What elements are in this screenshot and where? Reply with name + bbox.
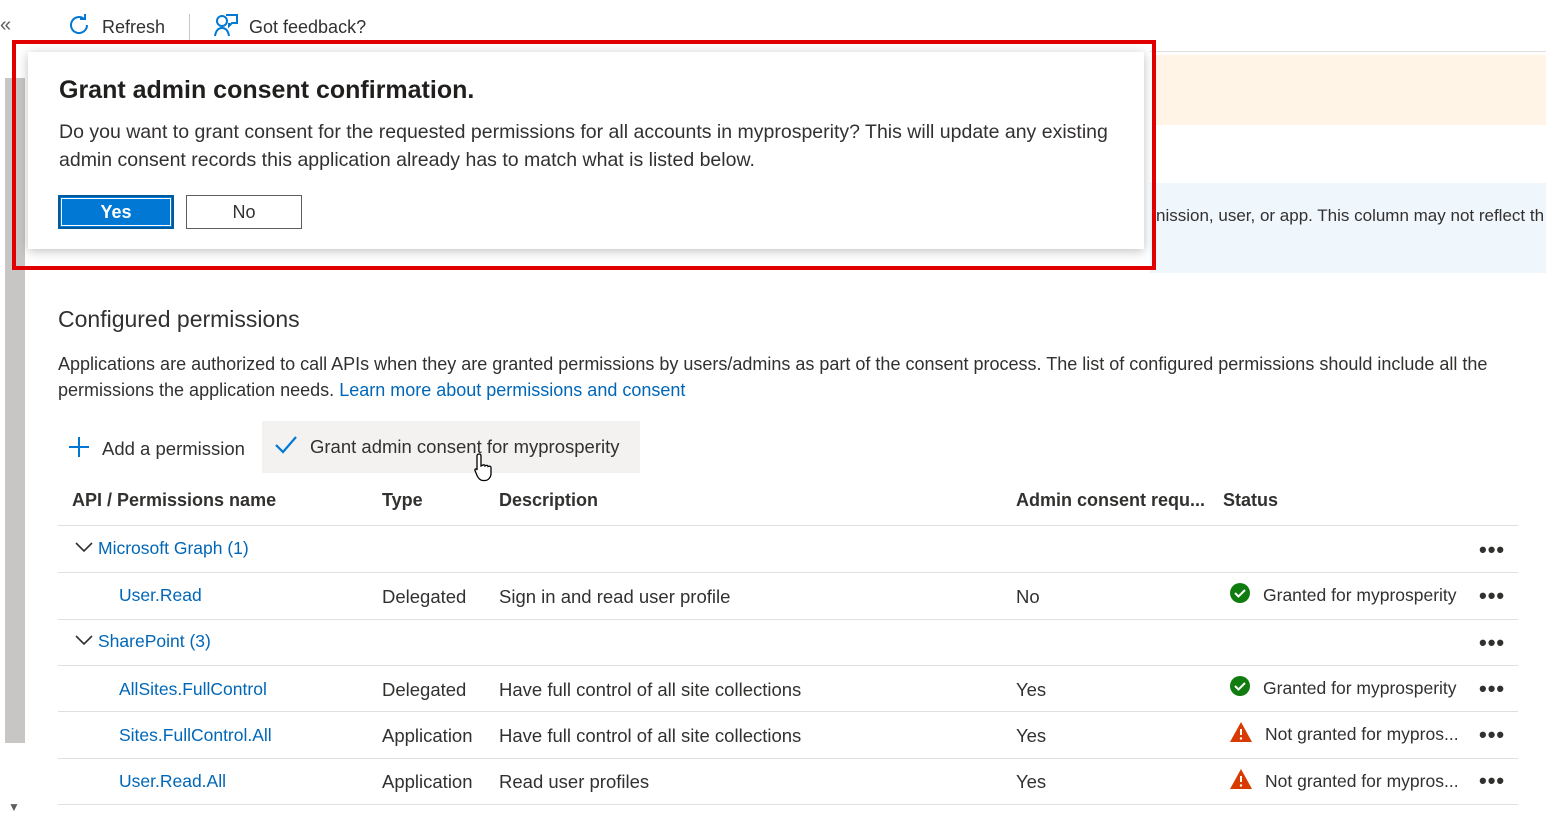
- row-divider: [58, 804, 1518, 805]
- feedback-button[interactable]: Got feedback?: [213, 12, 366, 42]
- admin-consent-required: No: [1016, 586, 1040, 607]
- pointer-cursor-icon: [474, 452, 494, 487]
- refresh-icon: [66, 12, 92, 43]
- add-permission-label: Add a permission: [102, 438, 245, 459]
- admin-consent-required: Yes: [1016, 771, 1047, 792]
- row-divider: [58, 572, 1518, 573]
- info-banner: [1150, 183, 1546, 273]
- dialog-title: Grant admin consent confirmation.: [59, 76, 475, 104]
- chevron-down-icon: [74, 631, 94, 652]
- status-cell: Granted for myprosperity: [1229, 675, 1457, 702]
- group-label: SharePoint (3): [98, 631, 211, 651]
- permission-description: Have full control of all site collection…: [499, 725, 802, 746]
- status-cell: Not granted for mypros...: [1229, 721, 1459, 748]
- scroll-down-icon[interactable]: ▼: [8, 800, 20, 814]
- permission-type: Application: [382, 725, 473, 746]
- section-title: Configured permissions: [58, 306, 300, 332]
- header-divider: [58, 525, 1518, 526]
- col-header-admin-consent[interactable]: Admin consent requ...: [1016, 490, 1205, 511]
- row-divider: [58, 619, 1518, 620]
- feedback-icon: [213, 12, 239, 43]
- group-more-actions[interactable]: •••: [1479, 632, 1505, 654]
- permission-link[interactable]: Sites.FullControl.All: [119, 725, 272, 746]
- check-circle-icon: [1229, 675, 1251, 702]
- info-banner-text: nission, user, or app. This column may n…: [1156, 206, 1545, 225]
- refresh-label: Refresh: [102, 16, 166, 37]
- row-more-actions[interactable]: •••: [1479, 585, 1505, 607]
- row-divider: [58, 758, 1518, 759]
- dialog-message: Do you want to grant consent for the req…: [59, 121, 1108, 171]
- status-cell: Not granted for mypros...: [1229, 768, 1459, 795]
- permission-link[interactable]: User.Read: [119, 585, 202, 606]
- permission-description: Read user profiles: [499, 771, 650, 792]
- admin-consent-required: Yes: [1016, 679, 1047, 700]
- permission-type: Delegated: [382, 679, 467, 700]
- row-divider: [58, 711, 1518, 712]
- row-more-actions[interactable]: •••: [1479, 724, 1505, 746]
- group-label: Microsoft Graph (1): [98, 538, 249, 558]
- warning-banner: [1156, 55, 1546, 125]
- permission-link[interactable]: AllSites.FullControl: [119, 679, 267, 700]
- plus-icon: [68, 436, 90, 463]
- col-header-type[interactable]: Type: [382, 490, 423, 511]
- add-permission-button[interactable]: Add a permission: [60, 424, 253, 474]
- status-text: Granted for myprosperity: [1263, 678, 1457, 698]
- checkmark-icon: [274, 435, 298, 460]
- row-divider: [58, 665, 1518, 666]
- refresh-button[interactable]: Refresh: [66, 12, 165, 42]
- col-header-description[interactable]: Description: [499, 490, 598, 511]
- permission-description: Have full control of all site collection…: [499, 679, 802, 700]
- permission-type: Application: [382, 771, 473, 792]
- consent-dialog: Grant admin consent confirmation. Do you…: [28, 52, 1144, 249]
- status-text: Granted for myprosperity: [1263, 585, 1457, 605]
- collapse-menu-icon[interactable]: «: [0, 14, 11, 37]
- description-text: Applications are authorized to call APIs…: [58, 354, 1488, 400]
- status-cell: Granted for myprosperity: [1229, 582, 1457, 609]
- group-microsoft-graph[interactable]: Microsoft Graph (1): [74, 538, 249, 559]
- warning-icon: [1229, 768, 1253, 795]
- group-more-actions[interactable]: •••: [1479, 539, 1505, 561]
- check-circle-icon: [1229, 582, 1251, 609]
- toolbar-divider: [189, 14, 190, 40]
- permission-type: Delegated: [382, 586, 467, 607]
- grant-consent-label: Grant admin consent for myprosperity: [310, 436, 620, 457]
- feedback-label: Got feedback?: [249, 16, 367, 37]
- toolbar-rule: [1150, 51, 1546, 52]
- status-text: Not granted for mypros...: [1265, 724, 1459, 744]
- col-header-status[interactable]: Status: [1223, 490, 1278, 511]
- status-text: Not granted for mypros...: [1265, 771, 1459, 791]
- chevron-down-icon: [74, 538, 94, 559]
- warning-icon: [1229, 721, 1253, 748]
- row-more-actions[interactable]: •••: [1479, 678, 1505, 700]
- group-sharepoint[interactable]: SharePoint (3): [74, 631, 211, 652]
- learn-more-link[interactable]: Learn more about permissions and consent: [339, 380, 685, 400]
- permission-description: Sign in and read user profile: [499, 586, 731, 607]
- grant-admin-consent-button[interactable]: Grant admin consent for myprosperity: [262, 421, 640, 473]
- no-button[interactable]: No: [186, 195, 302, 229]
- row-more-actions[interactable]: •••: [1479, 770, 1505, 792]
- section-description: Applications are authorized to call APIs…: [58, 351, 1528, 403]
- permission-link[interactable]: User.Read.All: [119, 771, 226, 792]
- col-header-name[interactable]: API / Permissions name: [72, 490, 276, 511]
- yes-button[interactable]: Yes: [58, 195, 174, 229]
- admin-consent-required: Yes: [1016, 725, 1047, 746]
